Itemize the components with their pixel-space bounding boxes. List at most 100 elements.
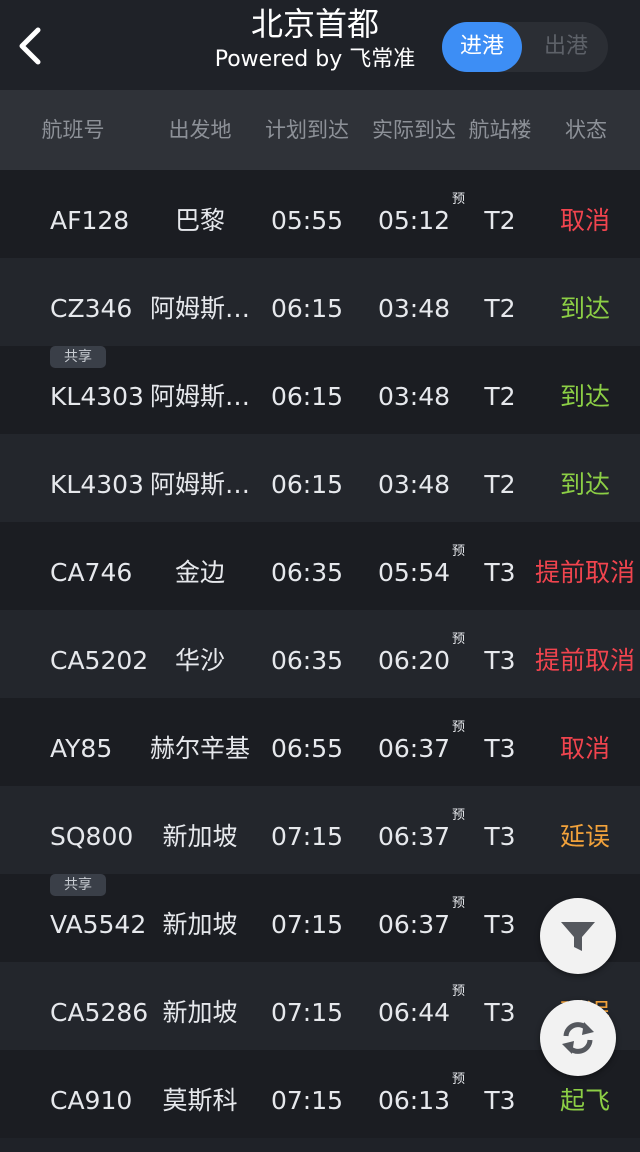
flight-status: 到达 <box>559 470 610 499</box>
table-row[interactable]: CA746 金边 06:35 05:54 预 T3 提前取消 <box>0 522 640 610</box>
tab-arrivals[interactable]: 进港 <box>442 22 522 72</box>
table-header: 航班号 出发地 计划到达 实际到达 航站楼 状态 <box>0 90 640 170</box>
actual-arrival: 06:37 <box>377 822 451 851</box>
actual-arrival: 06:20 <box>377 646 451 675</box>
back-button[interactable] <box>14 24 48 68</box>
flight-number: VA5542 <box>50 910 147 939</box>
flight-number: CA5202 <box>50 646 149 675</box>
origin: 巴黎 <box>174 206 225 235</box>
terminal: T2 <box>484 382 516 411</box>
table-row[interactable]: 共享 KL4303 阿姆斯… 06:15 03:48 T2 到达 <box>0 346 640 434</box>
terminal: T2 <box>484 206 516 235</box>
filter-button[interactable] <box>540 898 616 974</box>
predicted-mark: 预 <box>452 192 466 207</box>
scheduled-arrival: 06:35 <box>270 558 344 587</box>
table-row[interactable]: AY85 赫尔辛基 06:55 06:37 预 T3 取消 <box>0 698 640 786</box>
table-row[interactable]: SQ800 新加坡 07:15 06:37 预 T3 延误 <box>0 786 640 874</box>
flight-number: CZ346 <box>50 294 133 323</box>
actual-arrival: 06:37 <box>377 910 451 939</box>
scheduled-arrival: 07:15 <box>270 998 344 1027</box>
scheduled-arrival: 06:55 <box>270 734 344 763</box>
table-row[interactable]: CZ346 阿姆斯… 06:15 03:48 T2 到达 <box>0 258 640 346</box>
actual-arrival: 06:13 <box>377 1086 451 1115</box>
origin: 阿姆斯… <box>150 294 250 323</box>
actual-arrival: 05:12 <box>377 206 451 235</box>
flight-number: SQ800 <box>50 822 134 851</box>
actual-arrival: 06:44 <box>377 998 451 1027</box>
terminal: T3 <box>484 910 516 939</box>
origin: 新加坡 <box>162 998 238 1027</box>
navigation-bar: 北京首都 Powered by 飞常准 进港 出港 <box>0 0 640 90</box>
origin: 阿姆斯… <box>150 470 250 499</box>
origin: 华沙 <box>174 646 225 675</box>
flight-status: 到达 <box>559 294 610 323</box>
flight-status: 到达 <box>559 382 610 411</box>
flight-status: 取消 <box>559 206 610 235</box>
origin: 阿姆斯… <box>150 382 250 411</box>
column-status: 状态 <box>565 118 607 142</box>
chevron-left-icon <box>19 27 41 65</box>
actual-arrival: 06:37 <box>377 734 451 763</box>
origin: 赫尔辛基 <box>150 734 250 763</box>
scheduled-arrival: 07:15 <box>270 822 344 851</box>
actual-arrival: 03:48 <box>377 470 451 499</box>
terminal: T3 <box>484 734 516 763</box>
column-terminal: 航站楼 <box>468 118 532 142</box>
actual-arrival: 03:48 <box>377 382 451 411</box>
predicted-mark: 预 <box>452 544 466 559</box>
flight-status: 提前取消 <box>534 558 635 587</box>
filter-icon <box>561 922 595 951</box>
predicted-mark: 预 <box>452 632 466 647</box>
flight-number: KL4303 <box>50 382 144 411</box>
page-title: 北京首都 <box>250 5 379 43</box>
arrival-departure-toggle: 进港 出港 <box>442 22 608 72</box>
terminal: T3 <box>484 998 516 1027</box>
predicted-mark: 预 <box>452 808 466 823</box>
actual-arrival: 05:54 <box>377 558 451 587</box>
flight-number: AF128 <box>50 206 130 235</box>
flight-status: 取消 <box>559 734 610 763</box>
scheduled-arrival: 06:15 <box>270 382 344 411</box>
column-scheduled: 计划到达 <box>265 118 349 142</box>
scheduled-arrival: 06:15 <box>270 294 344 323</box>
terminal: T3 <box>484 1086 516 1115</box>
predicted-mark: 预 <box>452 720 466 735</box>
origin: 金边 <box>174 558 225 587</box>
actual-arrival: 03:48 <box>377 294 451 323</box>
scheduled-arrival: 05:55 <box>270 206 344 235</box>
refresh-button[interactable] <box>540 1000 616 1076</box>
scheduled-arrival: 07:15 <box>270 910 344 939</box>
table-row[interactable]: KL4303 阿姆斯… 06:15 03:48 T2 到达 <box>0 434 640 522</box>
tab-departures[interactable]: 出港 <box>526 22 606 72</box>
terminal: T3 <box>484 646 516 675</box>
origin: 莫斯科 <box>162 1086 238 1115</box>
predicted-mark: 预 <box>452 1072 466 1087</box>
terminal: T2 <box>484 470 516 499</box>
table-row[interactable]: AF128 巴黎 05:55 05:12 预 T2 取消 <box>0 170 640 258</box>
column-flight: 航班号 <box>41 118 105 142</box>
terminal: T3 <box>484 822 516 851</box>
table-row[interactable]: CA5202 华沙 06:35 06:20 预 T3 提前取消 <box>0 610 640 698</box>
origin: 新加坡 <box>162 822 238 851</box>
terminal: T2 <box>484 294 516 323</box>
page-subtitle: Powered by 飞常准 <box>214 47 416 72</box>
scheduled-arrival: 06:35 <box>270 646 344 675</box>
predicted-mark: 预 <box>452 896 466 911</box>
flight-list: AF128 巴黎 05:55 05:12 预 T2 取消 CZ346 阿姆斯… 06:15 03:4… <box>0 170 640 1138</box>
flight-number: CA746 <box>50 558 133 587</box>
flight-status: 延误 <box>559 822 610 851</box>
flight-status: 提前取消 <box>534 646 635 675</box>
terminal: T3 <box>484 558 516 587</box>
column-actual: 实际到达 <box>372 118 456 142</box>
refresh-icon <box>562 1022 594 1054</box>
scheduled-arrival: 06:15 <box>270 470 344 499</box>
flight-number: CA910 <box>50 1086 133 1115</box>
origin: 新加坡 <box>162 910 238 939</box>
scheduled-arrival: 07:15 <box>270 1086 344 1115</box>
flight-number: CA5286 <box>50 998 149 1027</box>
flight-number: AY85 <box>50 734 113 763</box>
column-origin: 出发地 <box>168 118 232 142</box>
predicted-mark: 预 <box>452 984 466 999</box>
flight-number: KL4303 <box>50 470 144 499</box>
table-row[interactable]: CA910 莫斯科 07:15 06:13 预 T3 起飞 <box>0 1050 640 1138</box>
